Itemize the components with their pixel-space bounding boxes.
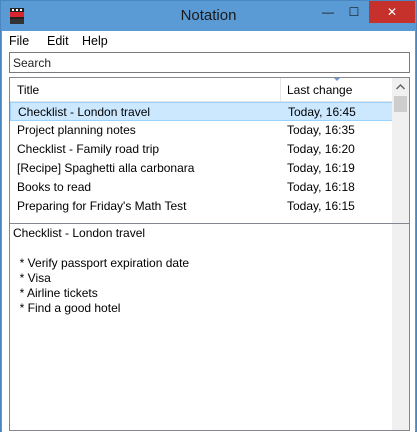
column-header-last-change[interactable]: Last change <box>287 83 352 97</box>
note-row[interactable]: [Recipe] Spaghetti alla carbonara Today,… <box>10 159 393 178</box>
sort-descending-icon <box>333 78 341 81</box>
menu-file[interactable]: File <box>9 34 29 48</box>
note-title: Checklist - Family road trip <box>17 142 160 156</box>
close-button[interactable]: ✕ <box>369 1 415 23</box>
app-window: Notation — ☐ ✕ File Edit Help Search Tit… <box>0 0 417 432</box>
note-title: [Recipe] Spaghetti alla carbonara <box>17 161 195 175</box>
minimize-button[interactable]: — <box>315 1 341 23</box>
list-rows: Checklist - London travel Today, 16:45 P… <box>10 102 393 216</box>
note-last-change: Today, 16:45 <box>288 105 356 119</box>
maximize-button[interactable]: ☐ <box>341 1 367 23</box>
note-editor[interactable]: Checklist - London travel * Verify passp… <box>9 223 410 431</box>
note-row-selected[interactable]: Checklist - London travel Today, 16:45 <box>10 102 393 121</box>
chevron-up-icon[interactable] <box>392 78 409 95</box>
note-title: Books to read <box>17 180 92 194</box>
note-title: Project planning notes <box>17 123 136 137</box>
note-last-change: Today, 16:35 <box>287 123 355 137</box>
list-scroll-thumb[interactable] <box>394 96 407 112</box>
list-header: Title Last change <box>10 78 393 102</box>
note-content[interactable]: Checklist - London travel * Verify passp… <box>13 226 393 316</box>
note-row[interactable]: Books to read Today, 16:18 <box>10 178 393 197</box>
note-title: Preparing for Friday's Math Test <box>17 199 187 213</box>
editor-scrollbar[interactable] <box>392 224 409 430</box>
menu-help[interactable]: Help <box>82 34 108 48</box>
note-last-change: Today, 16:15 <box>287 199 355 213</box>
note-last-change: Today, 16:18 <box>287 180 355 194</box>
column-separator[interactable] <box>280 78 281 102</box>
search-input[interactable]: Search <box>9 52 410 73</box>
client-area: File Edit Help Search Title Last change … <box>2 31 415 432</box>
note-row[interactable]: Preparing for Friday's Math Test Today, … <box>10 197 393 216</box>
search-label: Search <box>13 56 52 70</box>
menu-bar: File Edit Help <box>2 31 415 51</box>
title-bar[interactable]: Notation — ☐ ✕ <box>1 1 416 31</box>
note-title: Checklist - London travel <box>18 105 151 119</box>
menu-edit[interactable]: Edit <box>47 34 69 48</box>
note-last-change: Today, 16:20 <box>287 142 355 156</box>
column-header-title[interactable]: Title <box>17 83 39 97</box>
note-row[interactable]: Checklist - Family road trip Today, 16:2… <box>10 140 393 159</box>
note-row[interactable]: Project planning notes Today, 16:35 <box>10 121 393 140</box>
note-last-change: Today, 16:19 <box>287 161 355 175</box>
